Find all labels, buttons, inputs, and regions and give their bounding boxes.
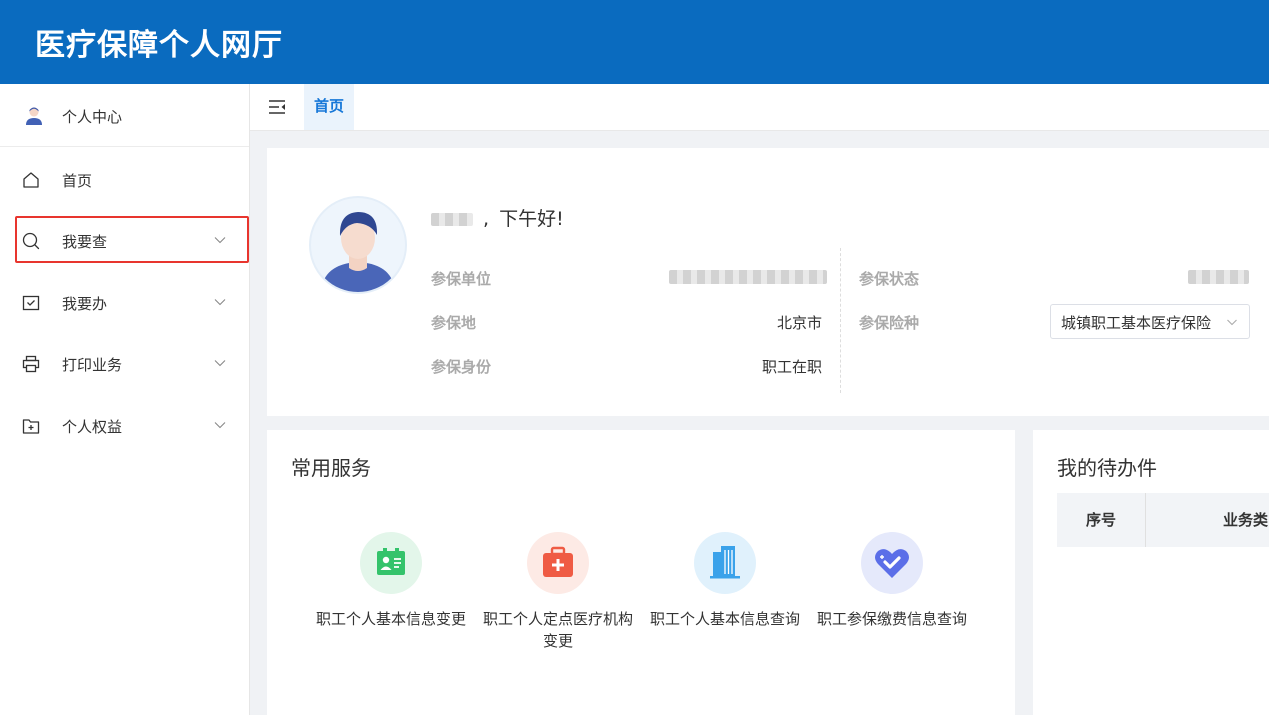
sidebar-item-home[interactable]: 首页 <box>0 157 249 203</box>
home-icon <box>23 172 39 188</box>
sidebar-item-label: 我要办 <box>62 295 108 313</box>
greeting-comma: , <box>483 208 490 230</box>
sidebar-item-label: 首页 <box>62 172 93 190</box>
service-label: 职工个人基本信息查询 <box>649 610 800 628</box>
greeting-text: 下午好! <box>499 208 564 230</box>
tab-bar: 首页 <box>250 84 1269 131</box>
chevron-down-icon <box>214 299 226 306</box>
app-title: 医疗保障个人网厅 <box>35 28 283 63</box>
insurance-type-label: 参保险种 <box>859 314 920 332</box>
column-header-business-type: 业务类 <box>1223 511 1269 529</box>
service-item-basic-info-change[interactable]: 职工个人基本信息变更 <box>311 532 471 630</box>
column-divider <box>840 248 841 393</box>
column-header-index: 序号 <box>1057 493 1146 547</box>
sidebar: 个人中心 首页 我要查 我要办 打印业务 个人权益 <box>0 84 250 715</box>
top-header: 医疗保障个人网厅 <box>0 0 1269 84</box>
common-services-card: 常用服务 职工个人基本信息变更 职工个人定点医疗机构变更 职工个人基本信息查询 … <box>267 430 1015 715</box>
service-item-designated-hospital-change[interactable]: 职工个人定点医疗机构变更 <box>478 532 638 652</box>
sidebar-user-label: 个人中心 <box>62 108 123 126</box>
masked-insured-unit <box>669 270 827 284</box>
service-item-payment-info-query[interactable]: 职工参保缴费信息查询 <box>812 532 972 630</box>
sidebar-item-print[interactable]: 打印业务 <box>0 341 249 387</box>
chevron-down-icon <box>1227 319 1237 326</box>
user-avatar-icon <box>321 212 395 292</box>
id-card-icon <box>360 532 422 594</box>
insured-location-label: 参保地 <box>431 314 477 332</box>
todo-table-header: 序号 业务类 <box>1057 493 1269 547</box>
insurance-type-select[interactable]: 城镇职工基本医疗保险 <box>1050 304 1250 339</box>
insured-location-value: 北京市 <box>776 314 822 332</box>
printer-icon <box>22 355 40 373</box>
user-avatar-icon <box>26 107 42 125</box>
insured-status-label: 参保状态 <box>859 270 920 288</box>
medical-kit-icon <box>527 532 589 594</box>
tab-home[interactable]: 首页 <box>304 84 355 130</box>
masked-name <box>431 213 473 226</box>
masked-insured-status <box>1188 270 1249 284</box>
insured-unit-label: 参保单位 <box>431 270 492 288</box>
chevron-down-icon <box>214 422 226 429</box>
todo-title: 我的待办件 <box>1057 456 1157 480</box>
service-label: 职工参保缴费信息查询 <box>816 610 967 628</box>
sidebar-item-label: 个人权益 <box>62 418 123 436</box>
my-todo-card: 我的待办件 序号 业务类 <box>1033 430 1269 715</box>
insured-identity-value: 职工在职 <box>761 358 822 376</box>
services-title: 常用服务 <box>291 456 371 480</box>
sidebar-item-rights[interactable]: 个人权益 <box>0 403 249 449</box>
profile-avatar <box>309 196 407 294</box>
inbox-check-icon <box>22 295 40 311</box>
building-icon <box>694 532 756 594</box>
insured-identity-label: 参保身份 <box>431 358 492 376</box>
menu-fold-icon[interactable] <box>268 99 286 115</box>
chevron-down-icon <box>214 360 226 367</box>
insurance-type-value: 城镇职工基本医疗保险 <box>1061 314 1212 332</box>
heart-check-icon <box>861 532 923 594</box>
service-label: 职工个人定点医疗机构变更 <box>482 610 633 650</box>
sidebar-item-label: 打印业务 <box>62 356 123 374</box>
sidebar-user-center[interactable]: 个人中心 <box>0 84 249 147</box>
profile-card: , 下午好! 参保单位 参保地 北京市 参保身份 职工在职 参保状态 参保险种 … <box>267 148 1269 416</box>
sidebar-item-handle[interactable]: 我要办 <box>0 280 249 326</box>
service-item-basic-info-query[interactable]: 职工个人基本信息查询 <box>645 532 805 630</box>
service-label: 职工个人基本信息变更 <box>315 610 466 628</box>
selection-highlight <box>15 216 249 263</box>
folder-plus-icon <box>22 419 40 434</box>
greeting: , 下午好! <box>431 204 564 231</box>
